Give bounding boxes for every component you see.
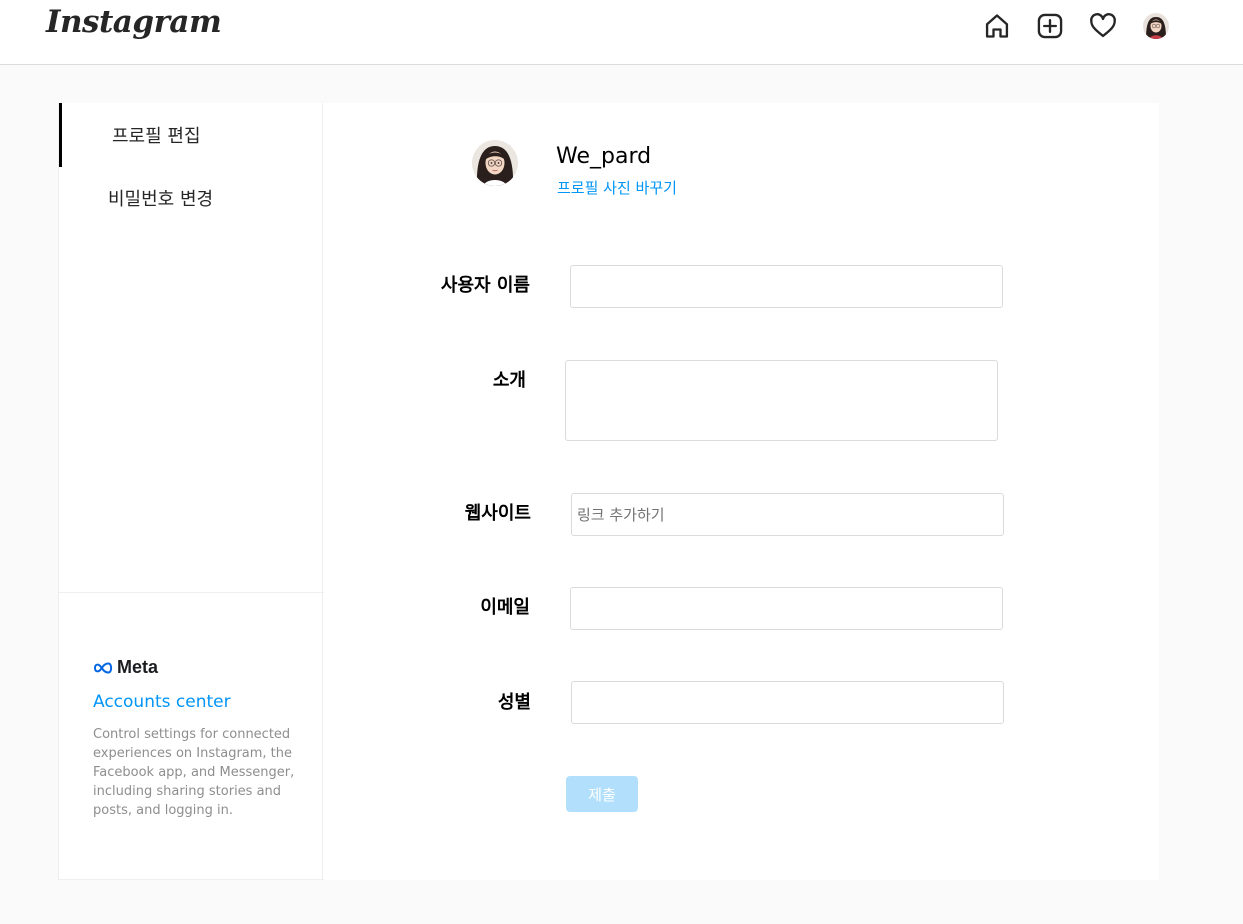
profile-username: We_pard xyxy=(556,144,652,169)
email-input[interactable] xyxy=(570,587,1003,630)
meta-logo: Meta xyxy=(92,657,158,678)
settings-sidebar: 프로필 편집 비밀번호 변경 Meta Accounts center Cont… xyxy=(58,103,324,880)
profile-photo[interactable] xyxy=(472,140,518,186)
username-input[interactable] xyxy=(570,265,1003,308)
change-profile-photo-link[interactable]: 프로필 사진 바꾸기 xyxy=(557,177,677,198)
sidebar-item-change-password[interactable]: 비밀번호 변경 xyxy=(59,166,323,230)
top-navigation-bar: Instagram xyxy=(0,0,1243,65)
accounts-center-panel: Meta Accounts center Control settings fo… xyxy=(59,592,324,880)
username-label: 사용자 이름 xyxy=(440,275,530,296)
home-icon[interactable] xyxy=(982,11,1012,41)
email-label: 이메일 xyxy=(480,597,530,618)
sidebar-item-edit-profile[interactable]: 프로필 편집 xyxy=(59,103,323,167)
edit-profile-card: 프로필 편집 비밀번호 변경 Meta Accounts center Cont… xyxy=(58,103,1159,880)
profile-avatar-icon[interactable] xyxy=(1143,13,1169,39)
submit-button[interactable]: 제출 xyxy=(566,776,638,812)
bio-label: 소개 xyxy=(492,370,526,391)
accounts-center-link[interactable]: Accounts center xyxy=(93,692,231,712)
sidebar-item-label: 비밀번호 변경 xyxy=(108,189,214,210)
meta-infinity-icon xyxy=(93,661,113,674)
website-label: 웹사이트 xyxy=(464,503,531,524)
create-post-icon[interactable] xyxy=(1035,11,1065,41)
instagram-logo[interactable]: Instagram xyxy=(46,4,222,40)
sidebar-item-label: 프로필 편집 xyxy=(112,126,201,147)
gender-input[interactable] xyxy=(571,681,1004,724)
bio-textarea[interactable] xyxy=(565,360,998,441)
activity-heart-icon[interactable] xyxy=(1088,11,1118,41)
gender-label: 성별 xyxy=(497,692,531,713)
website-input[interactable] xyxy=(571,493,1004,536)
accounts-center-description: Control settings for connected experienc… xyxy=(93,727,295,818)
